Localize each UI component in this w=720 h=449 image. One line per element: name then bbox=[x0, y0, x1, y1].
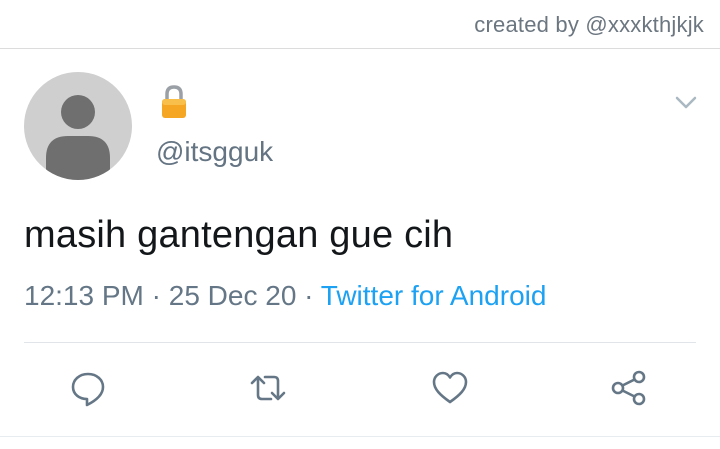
tweet-meta: 12:13 PM · 25 Dec 20 · Twitter for Andro… bbox=[24, 280, 546, 312]
tweet-time[interactable]: 12:13 PM bbox=[24, 280, 144, 311]
creator-credit: created by @xxxkthjkjk bbox=[474, 12, 704, 37]
share-icon bbox=[611, 370, 646, 406]
share-button[interactable] bbox=[609, 368, 649, 408]
heart-icon bbox=[432, 371, 468, 404]
action-bar bbox=[0, 342, 720, 436]
reply-icon bbox=[71, 372, 105, 407]
tweet-date[interactable]: 25 Dec 20 bbox=[169, 280, 297, 311]
retweet-icon bbox=[250, 375, 286, 401]
top-bar: created by @xxxkthjkjk bbox=[0, 0, 720, 49]
chevron-down-icon[interactable] bbox=[672, 88, 700, 116]
user-handle[interactable]: @itsgguk bbox=[156, 136, 273, 168]
lock-icon bbox=[158, 84, 190, 120]
tweet-source-link[interactable]: Twitter for Android bbox=[321, 280, 547, 311]
meta-separator: · bbox=[304, 280, 314, 311]
bottom-divider bbox=[0, 436, 720, 437]
retweet-button[interactable] bbox=[248, 368, 288, 408]
reply-button[interactable] bbox=[68, 368, 108, 408]
like-button[interactable] bbox=[430, 368, 470, 408]
tweet-text: masih gantengan gue cih bbox=[24, 214, 454, 256]
meta-separator: · bbox=[151, 280, 161, 311]
avatar[interactable] bbox=[24, 72, 132, 180]
default-avatar-icon bbox=[46, 95, 110, 180]
